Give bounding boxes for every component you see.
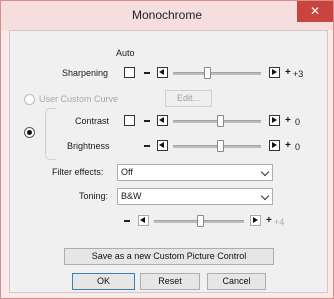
- sharpening-increase-button[interactable]: [269, 67, 280, 78]
- sharpening-slider-track[interactable]: [173, 72, 261, 75]
- toning-stepper-value: +4: [274, 217, 285, 227]
- filter-effects-label: Filter effects:: [52, 167, 104, 177]
- contrast-label: Contrast: [75, 116, 110, 126]
- user-custom-curve-radio[interactable]: [24, 94, 35, 105]
- contrast-slider-thumb[interactable]: [217, 115, 224, 127]
- brightness-value: 0: [295, 142, 301, 152]
- close-button[interactable]: ✕: [297, 1, 333, 22]
- toning-slider-thumb[interactable]: [197, 215, 204, 227]
- contrast-auto-checkbox[interactable]: [124, 115, 135, 126]
- title-bar: Monochrome ✕: [1, 1, 333, 30]
- sharpening-auto-checkbox[interactable]: [124, 67, 135, 78]
- sharpening-plus-icon: +: [285, 67, 291, 78]
- user-custom-curve-label: User Custom Curve: [39, 94, 119, 104]
- sharpening-label: Sharpening: [62, 68, 109, 78]
- toning-increase-button[interactable]: [250, 215, 261, 226]
- brightness-slider-thumb[interactable]: [217, 140, 224, 152]
- contrast-minus-icon: [144, 120, 150, 122]
- manual-adjust-radio[interactable]: [24, 127, 35, 138]
- reset-button[interactable]: Reset: [140, 273, 200, 290]
- chevron-down-icon: [260, 167, 270, 177]
- toning-decrease-button[interactable]: [138, 215, 149, 226]
- chevron-down-icon: [260, 191, 270, 201]
- ok-button[interactable]: OK: [72, 273, 135, 290]
- contrast-increase-button[interactable]: [269, 115, 280, 126]
- contrast-plus-icon: +: [285, 115, 291, 126]
- toning-plus-icon: +: [266, 215, 272, 226]
- sharpening-minus-icon: [144, 72, 150, 74]
- filter-effects-value: Off: [121, 167, 133, 177]
- auto-column-header: Auto: [116, 48, 135, 58]
- brightness-increase-button[interactable]: [269, 140, 280, 151]
- brightness-plus-icon: +: [285, 140, 291, 151]
- toning-label: Toning:: [79, 191, 109, 201]
- contrast-value: 0: [295, 117, 301, 127]
- dialog-body: Auto Sharpening + +3 User Custom Curve E…: [9, 30, 328, 293]
- manual-group-bracket: [45, 108, 56, 160]
- sharpening-slider-thumb[interactable]: [204, 67, 211, 79]
- filter-effects-select[interactable]: Off: [117, 164, 273, 181]
- brightness-decrease-button[interactable]: [157, 140, 168, 151]
- toning-select[interactable]: B&W: [117, 188, 273, 205]
- dialog-window: Monochrome ✕ Auto Sharpening + +3 User C…: [0, 0, 334, 299]
- close-icon: ✕: [309, 4, 321, 18]
- brightness-minus-icon: [144, 145, 150, 147]
- window-title: Monochrome: [131, 8, 203, 22]
- save-custom-picture-control-button[interactable]: Save as a new Custom Picture Control: [64, 248, 274, 265]
- sharpening-decrease-button[interactable]: [157, 67, 168, 78]
- brightness-label: Brightness: [67, 141, 110, 151]
- toning-value: B&W: [121, 191, 142, 201]
- toning-minus-icon: [124, 220, 130, 222]
- sharpening-value: +3: [293, 69, 304, 79]
- edit-curve-button[interactable]: Edit...: [165, 90, 212, 107]
- cancel-button[interactable]: Cancel: [207, 273, 266, 290]
- contrast-decrease-button[interactable]: [157, 115, 168, 126]
